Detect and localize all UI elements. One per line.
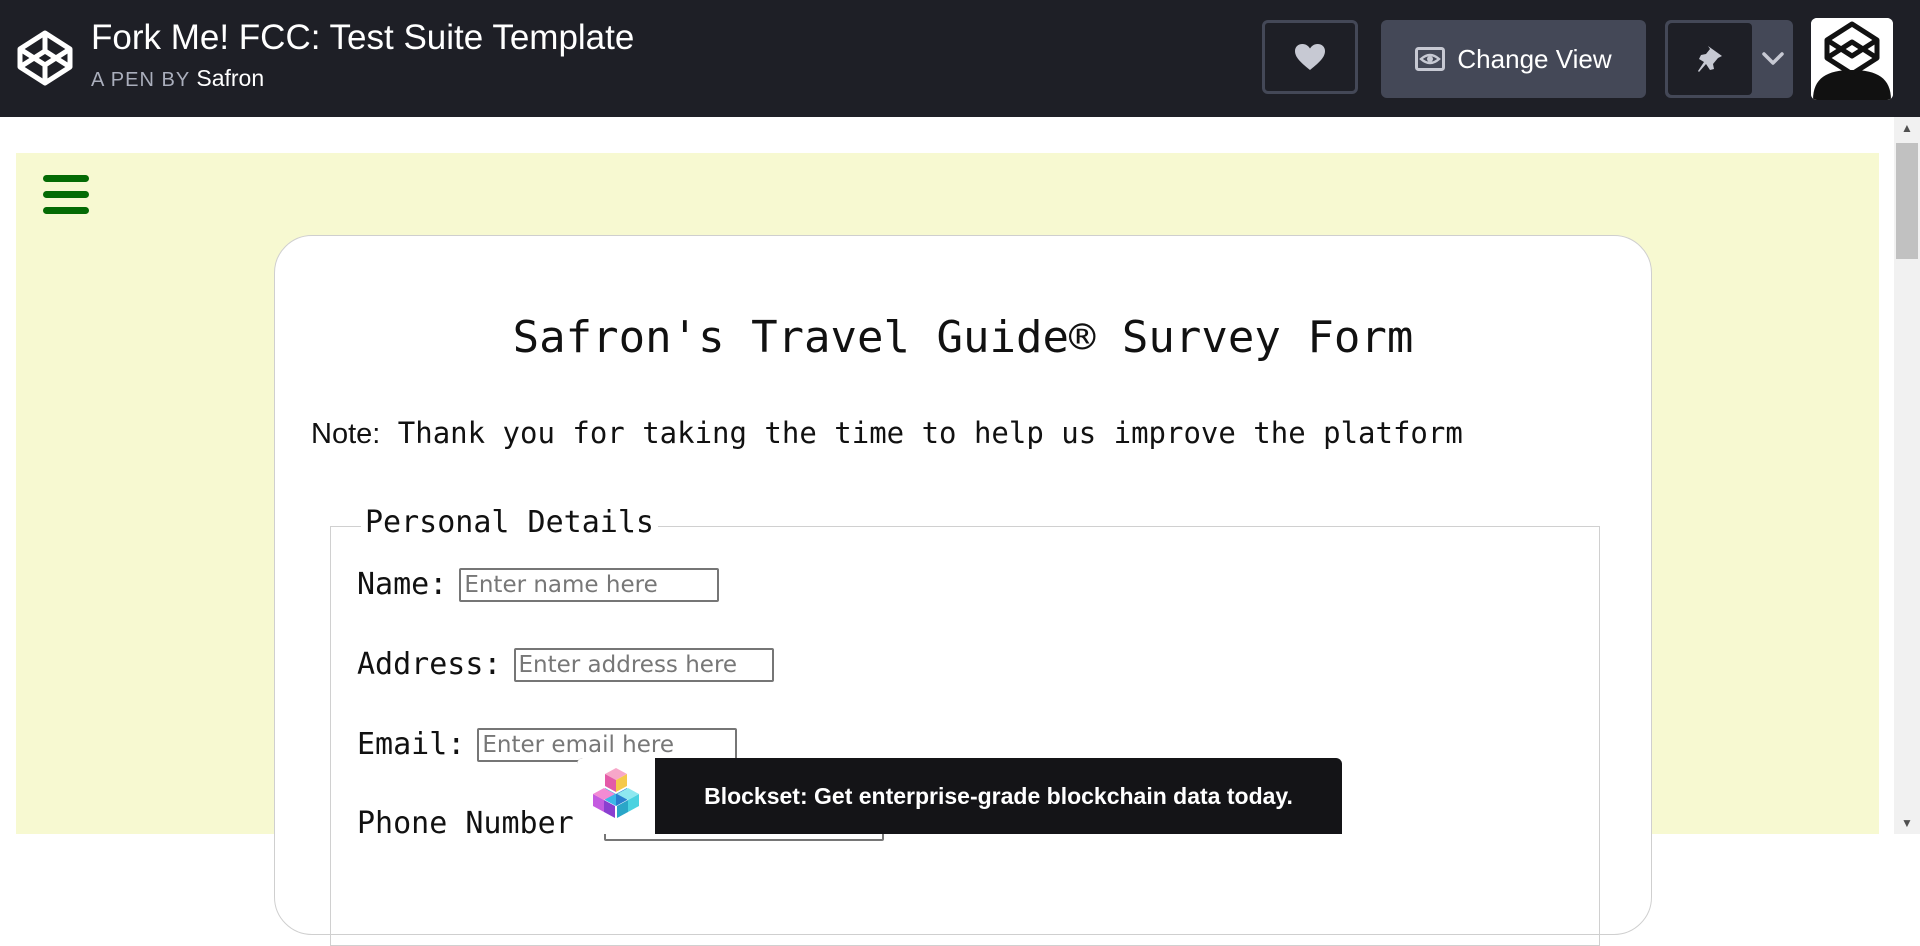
address-input[interactable]	[513, 647, 774, 682]
fieldset-legend: Personal Details	[361, 505, 658, 540]
name-input[interactable]	[459, 567, 720, 602]
pin-button-group	[1665, 20, 1793, 98]
blockset-cube-icon	[593, 768, 639, 818]
scroll-up-arrow-icon[interactable]: ▲	[1894, 117, 1920, 139]
author-link[interactable]: Safron	[196, 65, 264, 91]
address-row: Address:	[357, 647, 774, 682]
pen-byline: A PEN BY Safron	[91, 65, 264, 92]
email-row: Email:	[357, 727, 738, 762]
personal-details-fieldset: Personal Details Name: Address: Email: P…	[330, 505, 1600, 946]
codepen-logo-icon[interactable]	[16, 29, 74, 87]
email-input[interactable]	[477, 727, 738, 762]
form-title: Safron's Travel Guide® Survey Form	[512, 312, 1414, 363]
menu-icon[interactable]	[43, 175, 89, 215]
ad-text: Blockset: Get enterprise-grade blockchai…	[704, 782, 1293, 809]
ad-banner[interactable]: Blockset: Get enterprise-grade blockchai…	[577, 758, 1342, 834]
heart-icon	[1295, 44, 1325, 70]
byline-prefix: A PEN BY	[91, 69, 190, 91]
change-view-label: Change View	[1457, 43, 1612, 74]
blockset-logo	[577, 758, 655, 834]
form-note: Note: Thank you for taking the time to h…	[311, 416, 1463, 451]
pin-icon	[1698, 46, 1722, 72]
avatar-codepen-icon	[1811, 18, 1893, 100]
phone-label: Phone Number:	[357, 806, 592, 841]
scroll-thumb[interactable]	[1896, 143, 1918, 259]
email-label: Email:	[357, 727, 466, 762]
change-view-button[interactable]: Change View	[1381, 20, 1646, 98]
preview-scrollbar[interactable]: ▲ ▼	[1894, 117, 1920, 834]
eye-icon	[1415, 47, 1446, 71]
pen-preview: Safron's Travel Guide® Survey Form Note:…	[0, 117, 1920, 946]
pen-title: Fork Me! FCC: Test Suite Template	[91, 18, 635, 57]
name-row: Name:	[357, 567, 720, 602]
user-avatar[interactable]	[1811, 18, 1893, 100]
scroll-down-arrow-icon[interactable]: ▼	[1894, 812, 1920, 834]
chevron-down-icon	[1761, 52, 1784, 65]
editor-header: Fork Me! FCC: Test Suite Template A PEN …	[0, 0, 1920, 117]
pin-dropdown-button[interactable]	[1755, 23, 1790, 95]
note-label: Note:	[311, 418, 381, 450]
name-label: Name:	[357, 567, 448, 602]
like-button[interactable]	[1262, 20, 1358, 94]
note-text: Thank you for taking the time to help us…	[380, 416, 1463, 450]
address-label: Address:	[357, 647, 502, 682]
page-background: Safron's Travel Guide® Survey Form Note:…	[16, 153, 1879, 946]
pin-button[interactable]	[1668, 23, 1752, 95]
